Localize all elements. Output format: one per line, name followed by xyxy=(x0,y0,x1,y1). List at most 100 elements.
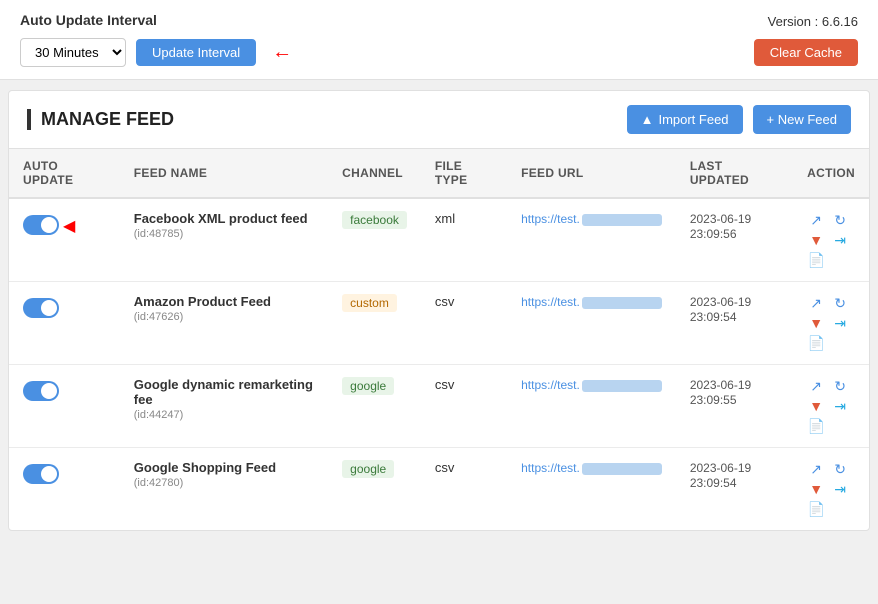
feed-tbody: ◀Facebook XML product feed(id:48785)face… xyxy=(9,198,869,530)
col-feed-name: FEED NAME xyxy=(120,149,328,198)
action-row-3: 📄 xyxy=(807,500,855,518)
refresh-icon[interactable]: ↻ xyxy=(831,211,849,229)
auto-update-toggle[interactable] xyxy=(23,298,59,318)
auto-update-toggle[interactable] xyxy=(23,464,59,484)
feed-url-cell: https://test. xyxy=(507,448,676,531)
channel-cell: custom xyxy=(328,282,421,365)
feed-name: Google dynamic remarketing fee xyxy=(134,377,314,407)
document-icon[interactable]: 📄 xyxy=(807,500,825,518)
table-row: Google dynamic remarketing fee (id:44247)… xyxy=(9,365,869,448)
auto-update-toggle[interactable] xyxy=(23,381,59,401)
table-row: ◀Facebook XML product feed(id:48785)face… xyxy=(9,198,869,282)
feed-name-cell: Google dynamic remarketing fee (id:44247) xyxy=(120,365,328,448)
last-updated-value: 2023-06-1923:09:54 xyxy=(690,295,751,324)
last-updated-cell: 2023-06-1923:09:56 xyxy=(676,198,793,282)
action-row-2: ▼ ⇥ xyxy=(807,231,855,249)
feed-id: (id:42780) xyxy=(134,477,314,489)
export-icon[interactable]: ⇥ xyxy=(831,231,849,249)
update-interval-button[interactable]: Update Interval xyxy=(136,39,256,66)
channel-badge: custom xyxy=(342,294,397,312)
channel-badge: google xyxy=(342,377,394,395)
new-feed-button[interactable]: + New Feed xyxy=(753,105,851,134)
action-row-2: ▼ ⇥ xyxy=(807,314,855,332)
url-blur xyxy=(582,297,662,309)
action-row-3: 📄 xyxy=(807,334,855,352)
external-link-icon[interactable]: ↗ xyxy=(807,294,825,312)
last-updated-value: 2023-06-1923:09:56 xyxy=(690,212,751,241)
export-icon[interactable]: ⇥ xyxy=(831,480,849,498)
cloud-upload-icon: ▲ xyxy=(641,112,654,127)
feed-id: (id:47626) xyxy=(134,311,314,323)
action-icons: ↗ ↻ ▼ ⇥ 📄 xyxy=(807,211,855,269)
auto-update-cell xyxy=(9,282,120,365)
col-file-type: FILE TYPE xyxy=(421,149,507,198)
action-cell: ↗ ↻ ▼ ⇥ 📄 xyxy=(793,448,869,531)
action-cell: ↗ ↻ ▼ ⇥ 📄 xyxy=(793,198,869,282)
auto-update-title: Auto Update Interval xyxy=(20,12,292,28)
feed-url[interactable]: https://test. xyxy=(521,212,662,226)
url-blur xyxy=(582,463,662,475)
last-updated-cell: 2023-06-1923:09:55 xyxy=(676,365,793,448)
action-row-3: 📄 xyxy=(807,251,855,269)
download-icon[interactable]: ▼ xyxy=(807,231,825,249)
last-updated-cell: 2023-06-1923:09:54 xyxy=(676,282,793,365)
document-icon[interactable]: 📄 xyxy=(807,334,825,352)
channel-badge: facebook xyxy=(342,211,407,229)
feed-name: Facebook XML product feed xyxy=(134,211,314,226)
feed-name-cell: Amazon Product Feed(id:47626) xyxy=(120,282,328,365)
channel-cell: facebook xyxy=(328,198,421,282)
action-row-2: ▼ ⇥ xyxy=(807,480,855,498)
download-icon[interactable]: ▼ xyxy=(807,314,825,332)
top-controls: 30 Minutes 1 Hour 2 Hours 6 Hours 12 Hou… xyxy=(20,38,292,67)
auto-update-cell: ◀ xyxy=(9,198,120,282)
channel-cell: google xyxy=(328,448,421,531)
url-blur xyxy=(582,214,662,226)
file-type-cell: csv xyxy=(421,365,507,448)
clear-cache-button[interactable]: Clear Cache xyxy=(754,39,858,66)
col-channel: CHANNEL xyxy=(328,149,421,198)
external-link-icon[interactable]: ↗ xyxy=(807,377,825,395)
feed-url[interactable]: https://test. xyxy=(521,378,662,392)
external-link-icon[interactable]: ↗ xyxy=(807,211,825,229)
interval-select[interactable]: 30 Minutes 1 Hour 2 Hours 6 Hours 12 Hou… xyxy=(20,38,126,67)
file-type-cell: csv xyxy=(421,282,507,365)
table-row: Amazon Product Feed(id:47626) custom csvht… xyxy=(9,282,869,365)
download-icon[interactable]: ▼ xyxy=(807,397,825,415)
refresh-icon[interactable]: ↻ xyxy=(831,294,849,312)
file-type-cell: xml xyxy=(421,198,507,282)
auto-update-toggle[interactable] xyxy=(23,215,59,235)
last-updated-value: 2023-06-1923:09:54 xyxy=(690,461,751,490)
refresh-icon[interactable]: ↻ xyxy=(831,460,849,478)
action-icons: ↗ ↻ ▼ ⇥ 📄 xyxy=(807,294,855,352)
document-icon[interactable]: 📄 xyxy=(807,251,825,269)
table-row: Google Shopping Feed(id:42780)googlecsvh… xyxy=(9,448,869,531)
action-row-1: ↗ ↻ xyxy=(807,294,855,312)
export-icon[interactable]: ⇥ xyxy=(831,314,849,332)
action-row-2: ▼ ⇥ xyxy=(807,397,855,415)
document-icon[interactable]: 📄 xyxy=(807,417,825,435)
import-feed-label: Import Feed xyxy=(658,112,728,127)
action-icons: ↗ ↻ ▼ ⇥ 📄 xyxy=(807,460,855,518)
download-icon[interactable]: ▼ xyxy=(807,480,825,498)
action-row-1: ↗ ↻ xyxy=(807,460,855,478)
feed-url[interactable]: https://test. xyxy=(521,461,662,475)
feed-id: (id:44247) xyxy=(134,409,314,421)
col-last-updated: LAST UPDATED xyxy=(676,149,793,198)
action-cell: ↗ ↻ ▼ ⇥ 📄 xyxy=(793,282,869,365)
url-blur xyxy=(582,380,662,392)
auto-update-cell xyxy=(9,365,120,448)
channel-badge: google xyxy=(342,460,394,478)
feed-table: AUTO UPDATE FEED NAME CHANNEL FILE TYPE … xyxy=(9,149,869,530)
refresh-icon[interactable]: ↻ xyxy=(831,377,849,395)
channel-cell: google xyxy=(328,365,421,448)
external-link-icon[interactable]: ↗ xyxy=(807,460,825,478)
feed-url[interactable]: https://test. xyxy=(521,295,662,309)
top-left: Auto Update Interval 30 Minutes 1 Hour 2… xyxy=(20,12,292,67)
col-action: ACTION xyxy=(793,149,869,198)
last-updated-cell: 2023-06-1923:09:54 xyxy=(676,448,793,531)
feed-name-cell: Google Shopping Feed(id:42780) xyxy=(120,448,328,531)
feed-url-cell: https://test. xyxy=(507,282,676,365)
import-feed-button[interactable]: ▲ Import Feed xyxy=(627,105,743,134)
feed-url-cell: https://test. xyxy=(507,198,676,282)
export-icon[interactable]: ⇥ xyxy=(831,397,849,415)
